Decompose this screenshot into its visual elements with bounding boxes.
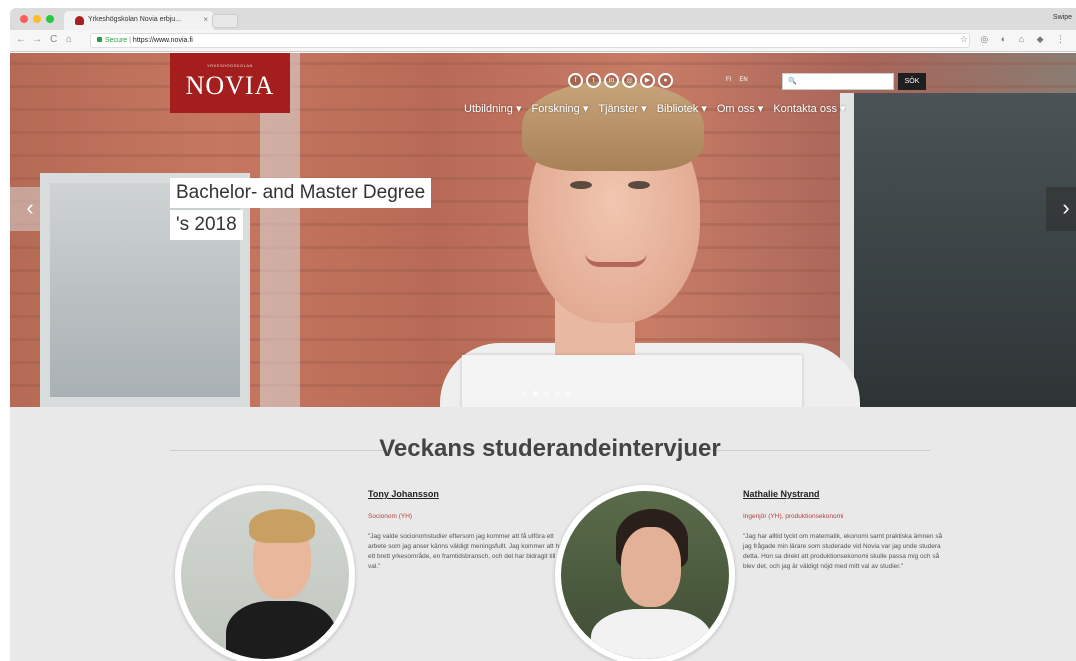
browser-toolbar: ← → C ⌂ Secure | https://www.novia.fi ☆ … <box>10 30 1076 52</box>
nav-utbildning[interactable]: Utbildning ▾ <box>464 102 522 115</box>
lang-fi[interactable]: FI <box>726 77 731 83</box>
forward-icon[interactable]: → <box>32 34 42 45</box>
main-navigation: Utbildning ▾ Forskning ▾ Tjänster ▾ Bibl… <box>464 102 846 115</box>
carousel-indicators <box>522 391 571 396</box>
hero-paper-sign <box>462 355 802 407</box>
carousel-prev-button[interactable]: ‹ <box>10 187 50 231</box>
interview-name-2[interactable]: Nathalie Nystrand <box>743 489 943 499</box>
page-viewport: YRKESHÖGSKOLAN NOVIA f t in ◎ ▶ ● FI EN … <box>10 53 1076 661</box>
close-window-button[interactable] <box>20 15 28 23</box>
search-input[interactable]: 🔍 <box>782 73 894 90</box>
avatar-tony[interactable] <box>175 485 355 661</box>
nav-kontakta-oss[interactable]: Kontakta oss ▾ <box>773 102 845 115</box>
browser-tab[interactable]: Yrkeshögskolan Novia erbju... × <box>64 11 214 30</box>
facebook-icon[interactable]: f <box>568 73 583 88</box>
carousel-dot[interactable] <box>533 391 538 396</box>
hero-caption-line-1: Bachelor- and Master Degree <box>170 178 432 208</box>
home-icon[interactable]: ⌂ <box>66 34 72 45</box>
interview-card-1: Tony Johansson Socionom (YH) "Jag valde … <box>368 489 568 572</box>
social-links: f t in ◎ ▶ ● <box>568 73 673 88</box>
interview-name-1[interactable]: Tony Johansson <box>368 489 568 499</box>
new-tab-button[interactable] <box>212 14 238 28</box>
extension-icons[interactable]: ☆ ◎ ◐ ⌂ ◆ ⋮ <box>960 34 1070 45</box>
interview-quote-1: "Jag valde socionomstudier eftersom jag … <box>368 533 568 570</box>
back-icon[interactable]: ← <box>16 34 26 45</box>
nav-tjanster[interactable]: Tjänster ▾ <box>598 102 646 115</box>
interview-quote-2: "Jag har alltid tyckt om matematik, ekon… <box>743 533 943 570</box>
search-button[interactable]: SÖK <box>898 73 926 90</box>
tab-close-icon[interactable]: × <box>203 15 208 24</box>
minimize-window-button[interactable] <box>33 15 41 23</box>
favicon-icon <box>75 16 84 25</box>
section-title: Veckans studerandeintervjuer <box>379 435 721 462</box>
flickr-icon[interactable]: ● <box>658 73 673 88</box>
hero-caption-line-2: 's 2018 <box>170 210 243 240</box>
linkedin-icon[interactable]: in <box>604 73 619 88</box>
carousel-dot[interactable] <box>522 391 527 396</box>
address-bar[interactable]: Secure | https://www.novia.fi <box>90 33 970 48</box>
section-header: Veckans studerandeintervjuer <box>170 435 930 465</box>
carousel-dot[interactable] <box>555 391 560 396</box>
browser-tab-bar: Yrkeshögskolan Novia erbju... × Swipe <box>10 8 1076 30</box>
profile-name[interactable]: Swipe <box>1053 14 1072 21</box>
url-separator: | <box>129 37 131 44</box>
novia-logo[interactable]: YRKESHÖGSKOLAN NOVIA <box>170 53 290 113</box>
interview-role-1: Socionom (YH) <box>368 513 413 520</box>
maximize-window-button[interactable] <box>46 15 54 23</box>
nav-forskning[interactable]: Forskning ▾ <box>532 102 589 115</box>
interview-role-2: Ingenjör (YH), produktionsekonomi <box>743 513 844 520</box>
avatar-nathalie[interactable] <box>555 485 735 661</box>
carousel-next-button[interactable]: › <box>1046 187 1076 231</box>
lang-en[interactable]: EN <box>739 77 747 83</box>
interview-card-2: Nathalie Nystrand Ingenjör (YH), produkt… <box>743 489 943 572</box>
hero-background-window-right <box>840 93 1076 407</box>
url-text: https://www.novia.fi <box>132 37 193 44</box>
logo-text: NOVIA <box>185 71 275 100</box>
nav-bibliotek[interactable]: Bibliotek ▾ <box>657 102 707 115</box>
reload-icon[interactable]: C <box>50 34 57 45</box>
carousel-dot[interactable] <box>544 391 549 396</box>
twitter-icon[interactable]: t <box>586 73 601 88</box>
carousel-dot[interactable] <box>566 391 571 396</box>
secure-label: Secure <box>105 37 128 44</box>
instagram-icon[interactable]: ◎ <box>622 73 637 88</box>
hero-carousel: YRKESHÖGSKOLAN NOVIA f t in ◎ ▶ ● FI EN … <box>10 53 1076 407</box>
tab-title: Yrkeshögskolan Novia erbju... <box>88 16 181 23</box>
nav-om-oss[interactable]: Om oss ▾ <box>717 102 763 115</box>
lock-icon <box>97 37 102 42</box>
logo-subtitle: YRKESHÖGSKOLAN <box>207 63 253 68</box>
hero-caption[interactable]: Bachelor- and Master Degree 's 2018 <box>170 178 442 242</box>
language-switcher: FI EN <box>726 77 748 83</box>
youtube-icon[interactable]: ▶ <box>640 73 655 88</box>
